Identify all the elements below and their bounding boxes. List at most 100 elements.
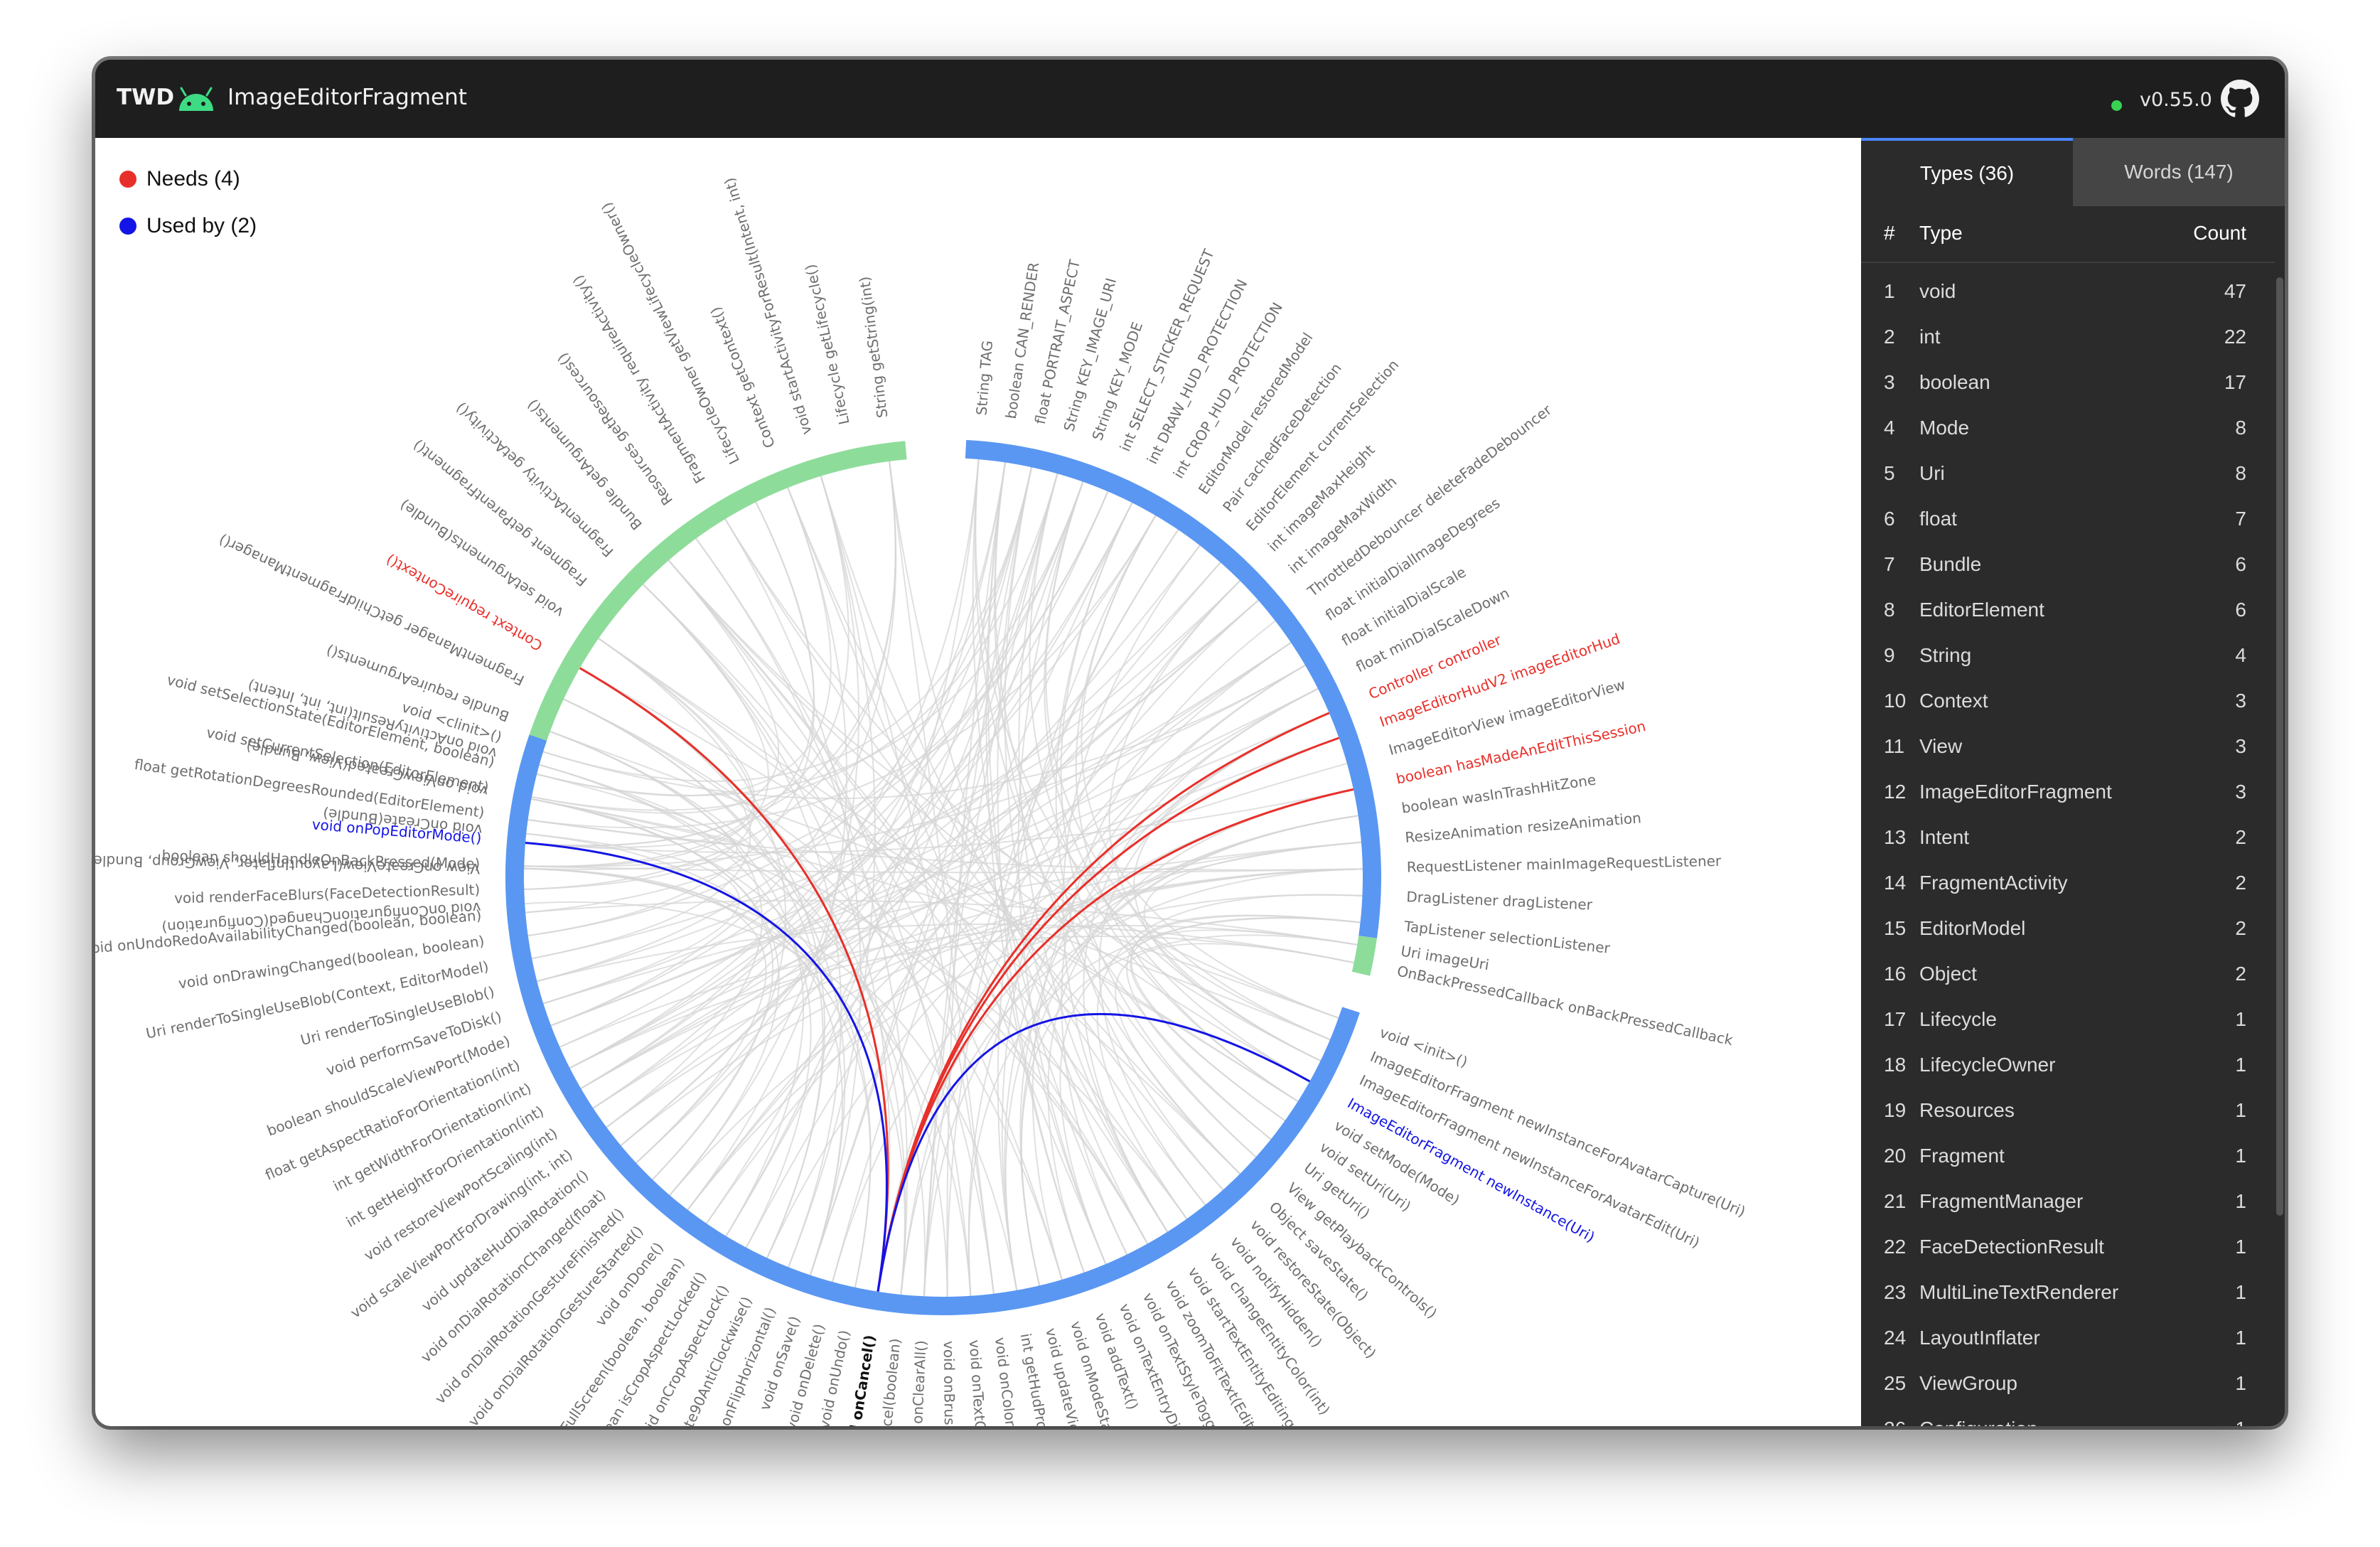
member-label[interactable]: void onBrushWidthChange() xyxy=(940,1341,960,1426)
row-count: 1 xyxy=(2235,1008,2246,1030)
table-row[interactable]: 19 Resources 1 xyxy=(1861,1089,2285,1135)
table-row[interactable]: 15 EditorModel 2 xyxy=(1861,907,2285,953)
row-count: 1 xyxy=(2235,1054,2246,1076)
row-number: 3 xyxy=(1884,371,1895,393)
member-label[interactable]: void onTextColorChange(int) xyxy=(966,1339,996,1426)
column-header-number[interactable]: # xyxy=(1884,222,1895,245)
row-type: FragmentActivity xyxy=(1919,872,2068,894)
table-row[interactable]: 9 String 4 xyxy=(1861,634,2285,680)
table-row[interactable]: 14 FragmentActivity 2 xyxy=(1861,862,2285,907)
row-number: 13 xyxy=(1884,826,1907,848)
row-number: 7 xyxy=(1884,553,1895,575)
table-header: # Type Count xyxy=(1861,206,2285,263)
tab-types[interactable]: Types (36) xyxy=(1861,138,2073,206)
row-count: 1 xyxy=(2235,1145,2246,1167)
table-row[interactable]: 13 Intent 2 xyxy=(1861,816,2285,862)
row-type: FaceDetectionResult xyxy=(1919,1236,2104,1258)
member-label[interactable]: Context requireContext() xyxy=(383,551,545,654)
table-row[interactable]: 1 void 47 xyxy=(1861,270,2285,316)
table-row[interactable]: 20 Fragment 1 xyxy=(1861,1135,2285,1180)
table-row[interactable]: 7 Bundle 6 xyxy=(1861,543,2285,589)
table-row[interactable]: 2 int 22 xyxy=(1861,316,2285,361)
row-count: 1 xyxy=(2235,1236,2246,1258)
table-row[interactable]: 18 LifecycleOwner 1 xyxy=(1861,1044,2285,1089)
row-type: float xyxy=(1919,508,1957,530)
panel-scrollbar[interactable] xyxy=(2275,206,2285,1426)
needs-link xyxy=(579,667,889,1292)
row-count: 8 xyxy=(2235,417,2246,439)
table-row[interactable]: 16 Object 2 xyxy=(1861,953,2285,998)
table-row[interactable]: 6 float 7 xyxy=(1861,498,2285,543)
member-label[interactable]: String TAG xyxy=(972,340,996,416)
github-icon[interactable] xyxy=(2221,80,2259,118)
row-number: 19 xyxy=(1884,1099,1907,1121)
row-number: 11 xyxy=(1884,735,1905,757)
row-count: 1 xyxy=(2235,1190,2246,1212)
row-count: 2 xyxy=(2235,826,2246,848)
table-row[interactable]: 12 ImageEditorFragment 3 xyxy=(1861,771,2285,816)
table-row[interactable]: 24 LayoutInflater 1 xyxy=(1861,1317,2285,1362)
table-row[interactable]: 23 MultiLineTextRenderer 1 xyxy=(1861,1271,2285,1317)
row-count: 1 xyxy=(2235,1327,2246,1349)
row-type: ImageEditorFragment xyxy=(1919,781,2112,803)
member-label[interactable]: String getString(int) xyxy=(856,275,891,419)
group-arc-other[interactable] xyxy=(1351,936,1378,976)
row-type: Resources xyxy=(1919,1099,2015,1121)
member-label[interactable]: DragListener dragListener xyxy=(1406,888,1593,914)
member-label[interactable]: boolean hasMadeAnEditThisSession xyxy=(1395,717,1648,788)
tab-words[interactable]: Words (147) xyxy=(2073,138,2285,206)
row-number: 12 xyxy=(1884,781,1907,803)
scrollbar-thumb[interactable] xyxy=(2276,277,2283,1216)
row-number: 2 xyxy=(1884,326,1895,348)
row-type: Mode xyxy=(1919,417,1970,439)
row-number: 9 xyxy=(1884,644,1895,666)
row-count: 4 xyxy=(2235,644,2246,666)
row-type: boolean xyxy=(1919,371,1990,393)
row-number: 22 xyxy=(1884,1236,1907,1258)
row-type: Fragment xyxy=(1919,1145,2005,1167)
app-window: TWD ImageEditorFragment v0.55.0 void onC… xyxy=(95,60,2285,1426)
member-label[interactable]: ResizeAnimation resizeAnimation xyxy=(1405,809,1642,846)
table-row[interactable]: 22 FaceDetectionResult 1 xyxy=(1861,1226,2285,1271)
row-count: 3 xyxy=(2235,735,2246,757)
table-row[interactable]: 25 ViewGroup 1 xyxy=(1861,1362,2285,1408)
member-label[interactable]: void onClearAll() xyxy=(907,1340,930,1426)
row-count: 3 xyxy=(2235,781,2246,803)
title-bar: TWD ImageEditorFragment v0.55.0 xyxy=(95,60,2285,138)
row-type: void xyxy=(1919,280,1956,302)
column-header-type[interactable]: Type xyxy=(1919,222,1963,245)
dependency-link xyxy=(1020,815,1358,1286)
member-label[interactable]: Bundle getArguments() xyxy=(523,397,645,534)
row-type: LayoutInflater xyxy=(1919,1327,2040,1349)
table-row[interactable]: 5 Uri 8 xyxy=(1861,452,2285,498)
table-row[interactable]: 21 FragmentManager 1 xyxy=(1861,1180,2285,1226)
table-row[interactable]: 26 Configuration 1 xyxy=(1861,1408,2285,1426)
version-label: v0.55.0 xyxy=(2140,89,2212,111)
row-count: 7 xyxy=(2235,508,2246,530)
member-label[interactable]: void startActivityForResult(Intent, int) xyxy=(721,176,815,437)
column-header-count[interactable]: Count xyxy=(2193,222,2246,245)
row-count: 1 xyxy=(2235,1372,2246,1394)
row-count: 3 xyxy=(2235,690,2246,712)
table-row[interactable]: 4 Mode 8 xyxy=(1861,407,2285,452)
chord-diagram-area: void onConfigurationChanged(Configuratio… xyxy=(95,138,1861,1426)
row-count: 2 xyxy=(2235,917,2246,939)
member-label[interactable]: RequestListener mainImageRequestListener xyxy=(1407,852,1722,876)
member-label[interactable]: OnBackPressedCallback onBackPressedCallb… xyxy=(1395,963,1735,1049)
table-row[interactable]: 11 View 3 xyxy=(1861,725,2285,771)
row-count: 1 xyxy=(2235,1281,2246,1303)
row-count: 2 xyxy=(2235,872,2246,894)
row-number: 14 xyxy=(1884,872,1907,894)
chord-diagram: void onConfigurationChanged(Configuratio… xyxy=(95,176,1748,1426)
row-number: 10 xyxy=(1884,690,1907,712)
table-row[interactable]: 17 Lifecycle 1 xyxy=(1861,998,2285,1044)
row-number: 16 xyxy=(1884,963,1907,985)
table-row[interactable]: 3 boolean 17 xyxy=(1861,361,2285,407)
member-label[interactable]: Resources getResources() xyxy=(554,350,676,508)
member-label[interactable]: Lifecycle getLifecycle() xyxy=(802,262,853,426)
dependency-link xyxy=(531,798,774,1180)
table-row[interactable]: 10 Context 3 xyxy=(1861,680,2285,725)
row-type: LifecycleOwner xyxy=(1919,1054,2056,1076)
table-row[interactable]: 8 EditorElement 6 xyxy=(1861,589,2285,634)
dependency-link xyxy=(695,537,908,1295)
